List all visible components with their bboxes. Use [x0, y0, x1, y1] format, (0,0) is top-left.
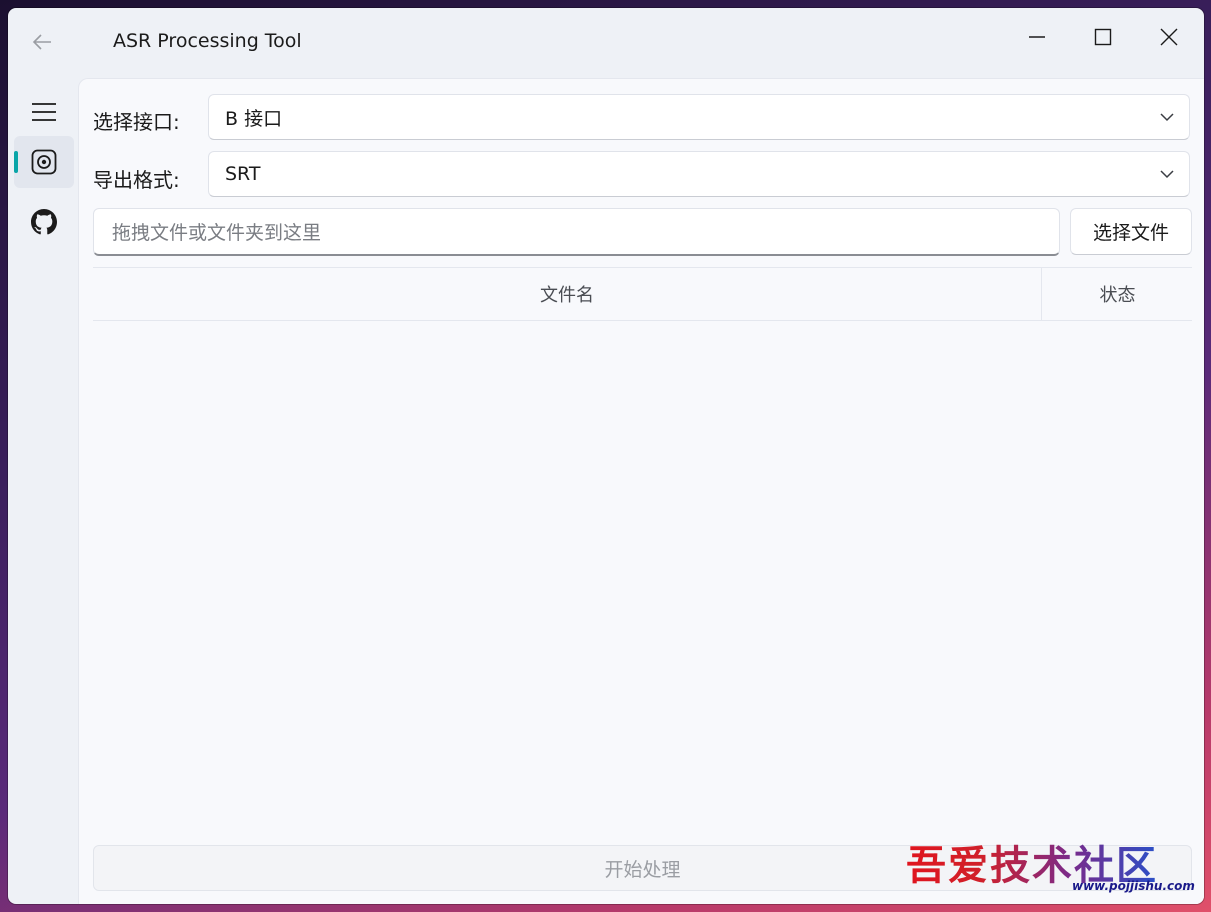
- format-select[interactable]: SRT: [208, 151, 1190, 197]
- title-bar: ASR Processing Tool: [8, 8, 1204, 78]
- file-drop-input[interactable]: 拖拽文件或文件夹到这里: [93, 208, 1060, 256]
- file-table-body[interactable]: [93, 320, 1192, 840]
- minimize-icon: [1029, 36, 1045, 38]
- format-select-value: SRT: [225, 163, 261, 185]
- interface-select[interactable]: B 接口: [208, 94, 1190, 140]
- interface-label: 选择接口:: [93, 110, 180, 134]
- hamburger-menu-icon: [32, 103, 56, 121]
- window-title: ASR Processing Tool: [113, 30, 302, 52]
- maximize-icon: [1094, 28, 1112, 46]
- watermark-url: www.pojjishu.com: [1072, 879, 1195, 893]
- navigation-sidebar: [8, 78, 78, 904]
- record-icon: [31, 149, 57, 175]
- column-header-status[interactable]: 状态: [1041, 268, 1193, 320]
- github-icon: [31, 209, 57, 235]
- nav-item-asr[interactable]: [14, 136, 74, 188]
- column-header-filename[interactable]: 文件名: [93, 268, 1041, 320]
- close-icon: [1160, 28, 1178, 46]
- maximize-button[interactable]: [1070, 14, 1136, 60]
- file-drop-placeholder: 拖拽文件或文件夹到这里: [112, 222, 322, 244]
- arrow-left-icon: [32, 34, 51, 50]
- watermark-logo: 吾爱技术社区 www.pojjishu.com: [906, 833, 1206, 908]
- app-window: ASR Processing Tool 选择接口: B 接口 导出格式: SRT…: [8, 8, 1204, 904]
- chevron-down-icon: [1160, 170, 1174, 179]
- back-button[interactable]: [26, 26, 58, 58]
- nav-item-github[interactable]: [14, 196, 74, 248]
- format-label: 导出格式:: [93, 168, 180, 192]
- file-table-header: 文件名 状态: [93, 267, 1192, 321]
- select-file-button[interactable]: 选择文件: [1070, 208, 1192, 255]
- interface-select-value: B 接口: [225, 107, 283, 130]
- main-content: 选择接口: B 接口 导出格式: SRT 拖拽文件或文件夹到这里 选择文件 文件…: [78, 78, 1204, 904]
- nav-selected-indicator: [14, 151, 18, 173]
- close-button[interactable]: [1136, 14, 1202, 60]
- nav-menu-toggle[interactable]: [14, 86, 74, 138]
- minimize-button[interactable]: [1004, 14, 1070, 60]
- chevron-down-icon: [1160, 113, 1174, 122]
